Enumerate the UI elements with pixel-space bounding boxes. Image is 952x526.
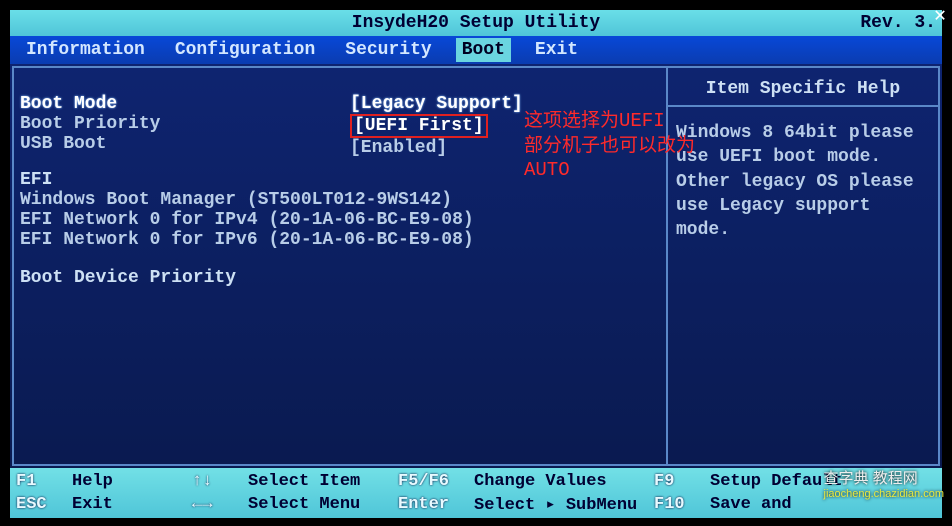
key-arrows: ↑↓ (192, 472, 248, 491)
key-arrows-label: Select Item (248, 472, 398, 491)
key-esc-label: Exit (72, 495, 192, 514)
title-bar: InsydeH20 Setup Utility Rev. 3. (10, 10, 942, 36)
help-body: Windows 8 64bit please use UEFI boot mod… (674, 117, 932, 246)
settings-labels-column: Boot Mode Boot Priority USB Boot EFI Win… (12, 66, 346, 466)
key-f1-label: Help (72, 472, 192, 491)
usb-boot-label[interactable]: USB Boot (20, 134, 342, 154)
tab-configuration[interactable]: Configuration (169, 38, 321, 62)
efi-item-ipv6[interactable]: EFI Network 0 for IPv6 (20-1A-06-BC-E9-0… (20, 230, 342, 250)
tab-information[interactable]: Information (20, 38, 151, 62)
key-esc: ESC (16, 495, 72, 514)
boot-priority-label[interactable]: Boot Priority (20, 114, 342, 134)
key-f10: F10 (654, 495, 710, 514)
revision-text: Rev. 3. (860, 13, 936, 33)
bios-window: InsydeH20 Setup Utility Rev. 3. Informat… (10, 10, 942, 516)
tab-boot[interactable]: Boot (456, 38, 511, 62)
close-icon[interactable]: ✕ (934, 2, 946, 28)
help-panel: Item Specific Help Windows 8 64bit pleas… (666, 66, 940, 466)
watermark-sub: jiaocheng.chazidian.com (824, 488, 944, 500)
footer-keys: F1 Help ↑↓ Select Item F5/F6 Change Valu… (10, 468, 942, 518)
key-f9: F9 (654, 472, 710, 491)
tab-exit[interactable]: Exit (529, 38, 584, 62)
key-f5f6-label: Change Values (474, 472, 654, 491)
help-title: Item Specific Help (668, 76, 938, 107)
boot-priority-value[interactable]: [UEFI First] (350, 114, 488, 138)
boot-mode-value[interactable]: [Legacy Support] (350, 94, 662, 114)
efi-item-wbm[interactable]: Windows Boot Manager (ST500LT012-9WS142) (20, 190, 342, 210)
main-panel: 这项选择为UEFI 部分机子也可以改为 AUTO Boot Mode Boot … (10, 64, 942, 468)
efi-item-ipv4[interactable]: EFI Network 0 for IPv4 (20-1A-06-BC-E9-0… (20, 210, 342, 230)
key-enter: Enter (398, 495, 474, 514)
title-text: InsydeH20 Setup Utility (352, 13, 600, 33)
key-enter-label: Select ▸ SubMenu (474, 494, 654, 515)
boot-mode-label[interactable]: Boot Mode (20, 94, 342, 114)
key-leftright-label: Select Menu (248, 495, 398, 514)
tab-bar: Information Configuration Security Boot … (10, 36, 942, 64)
usb-boot-value[interactable]: [Enabled] (350, 138, 662, 158)
boot-device-priority-label[interactable]: Boot Device Priority (20, 268, 342, 288)
efi-header: EFI (20, 170, 342, 190)
tab-security[interactable]: Security (339, 38, 437, 62)
watermark-main: 查字典 教程网 (824, 470, 918, 487)
watermark: 查字典 教程网 jiaocheng.chazidian.com (824, 467, 944, 500)
settings-values-column: [Legacy Support] [UEFI First] [Enabled] (346, 66, 666, 466)
key-leftright: ←→ (192, 495, 248, 514)
key-f1: F1 (16, 472, 72, 491)
key-f5f6: F5/F6 (398, 472, 474, 491)
